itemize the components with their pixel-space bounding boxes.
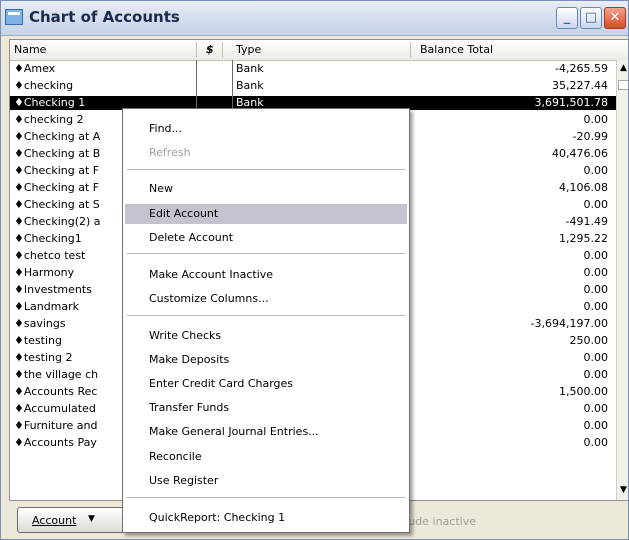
account-row[interactable]: ♦checking Bank 35,227.44 — [10, 79, 616, 93]
account-balance: 0.00 — [583, 266, 609, 279]
menu-item-enter-credit-card-charges[interactable]: Enter Credit Card Charges — [149, 374, 293, 394]
account-type: Bank — [236, 79, 264, 92]
account-balance: 1,295.22 — [559, 232, 608, 245]
account-menu-button[interactable]: Account ▼ — [17, 507, 133, 533]
account-balance: -3,694,197.00 — [530, 317, 608, 330]
menu-item-refresh[interactable]: Refresh — [149, 143, 191, 163]
column-divider[interactable] — [196, 42, 197, 58]
account-balance: 250.00 — [569, 334, 609, 347]
scroll-up-arrow-icon[interactable]: ▲ — [617, 60, 628, 76]
menu-item-make-account-inactive[interactable]: Make Account Inactive — [149, 265, 273, 285]
account-balance: 0.00 — [583, 351, 609, 364]
account-balance: 40,476.06 — [552, 147, 608, 160]
account-balance: 3,691,501.78 — [534, 96, 608, 109]
account-balance: 4,106.08 — [559, 181, 608, 194]
account-balance: 0.00 — [583, 113, 609, 126]
account-balance: -20.99 — [572, 130, 608, 143]
account-balance: -4,265.59 — [555, 62, 608, 75]
window-title: Chart of Accounts — [29, 8, 180, 26]
menu-item-customize-columns[interactable]: Customize Columns... — [149, 289, 269, 309]
account-row[interactable]: ♦Amex Bank -4,265.59 — [10, 62, 616, 76]
account-type: Bank — [236, 62, 264, 75]
account-balance: 0.00 — [583, 164, 609, 177]
column-header-type[interactable]: Type — [236, 43, 261, 56]
menu-separator — [127, 315, 405, 316]
menu-separator — [127, 497, 405, 498]
chart-of-accounts-window: Chart of Accounts _ □ ✕ Name $ Type Bala… — [0, 0, 629, 540]
maximize-button[interactable]: □ — [580, 7, 602, 29]
account-balance: -491.49 — [565, 215, 608, 228]
account-button-label: Account — [32, 514, 77, 527]
vertical-scrollbar[interactable]: ▲ ▼ — [616, 60, 628, 500]
menu-item-edit-account[interactable]: Edit Account — [125, 204, 407, 224]
account-name: ♦Amex — [14, 62, 56, 75]
menu-separator — [127, 253, 405, 254]
menu-item-use-register[interactable]: Use Register — [149, 471, 218, 491]
maximize-icon: □ — [584, 10, 598, 25]
menu-item-find[interactable]: Find... — [149, 119, 182, 139]
menu-item-write-checks[interactable]: Write Checks — [149, 326, 221, 346]
column-divider[interactable] — [410, 42, 411, 58]
account-name: ♦checking — [14, 79, 74, 92]
account-balance: 0.00 — [583, 402, 609, 415]
account-balance: 0.00 — [583, 283, 609, 296]
column-header-name[interactable]: Name — [14, 43, 46, 56]
window-icon — [5, 9, 23, 25]
minimize-icon: _ — [563, 10, 571, 25]
scroll-down-arrow-icon[interactable]: ▼ — [617, 482, 628, 498]
account-context-menu: Find... Refresh New Edit Account Delete Acco… — [122, 108, 410, 533]
menu-item-new[interactable]: New — [149, 179, 173, 199]
account-balance: 0.00 — [583, 198, 609, 211]
column-header-row: Name $ Type Balance Total — [10, 40, 628, 61]
account-balance: 1,500.00 — [559, 385, 608, 398]
account-balance: 35,227.44 — [552, 79, 608, 92]
scroll-thumb[interactable] — [618, 80, 628, 90]
close-icon: ✕ — [609, 10, 621, 25]
menu-item-transfer-funds[interactable]: Transfer Funds — [149, 398, 229, 418]
account-balance: 0.00 — [583, 419, 609, 432]
account-balance: 0.00 — [583, 368, 609, 381]
close-button[interactable]: ✕ — [604, 7, 626, 29]
menu-item-make-general-journal-entries[interactable]: Make General Journal Entries... — [149, 422, 319, 442]
column-divider[interactable] — [222, 42, 223, 58]
menu-item-delete-account[interactable]: Delete Account — [149, 228, 233, 248]
menu-item-quickreport-checking-1[interactable]: QuickReport: Checking 1 — [149, 508, 285, 528]
minimize-button[interactable]: _ — [556, 7, 578, 29]
menu-item-make-deposits[interactable]: Make Deposits — [149, 350, 229, 370]
menu-separator — [127, 169, 405, 170]
dropdown-arrow-icon: ▼ — [88, 514, 95, 524]
flag-column-icon[interactable]: $ — [206, 43, 214, 56]
column-header-balance[interactable]: Balance Total — [420, 43, 493, 56]
menu-item-reconcile[interactable]: Reconcile — [149, 447, 202, 467]
account-balance: 0.00 — [583, 436, 609, 449]
title-bar[interactable]: Chart of Accounts _ □ ✕ — [1, 1, 628, 36]
account-balance: 0.00 — [583, 249, 609, 262]
account-balance: 0.00 — [583, 300, 609, 313]
